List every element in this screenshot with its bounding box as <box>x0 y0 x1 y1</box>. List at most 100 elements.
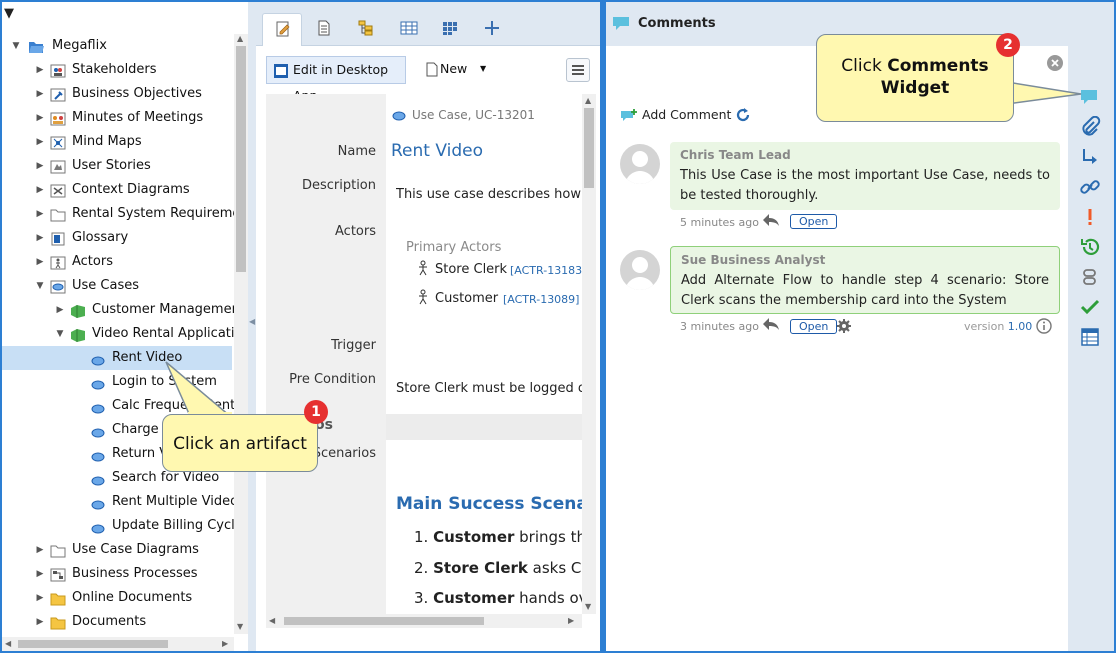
scrollbar-thumb[interactable] <box>284 617 484 625</box>
reply-icon[interactable] <box>762 316 780 332</box>
status-open-badge[interactable]: Open <box>790 214 838 229</box>
tree-node-glossary[interactable]: ▶ Glossary <box>2 226 234 250</box>
comments-title: Comments <box>638 16 716 31</box>
expand-chevron-right-icon[interactable]: ▶ <box>34 226 46 250</box>
expand-chevron-right-icon[interactable]: ▶ <box>54 298 66 322</box>
scroll-up-arrow-icon[interactable]: ▲ <box>585 96 591 105</box>
tab-document[interactable] <box>304 13 344 46</box>
artifact-name[interactable]: Rent Video <box>391 141 483 161</box>
scroll-right-arrow-icon[interactable]: ▶ <box>222 639 228 648</box>
tab-add[interactable] <box>472 13 512 46</box>
tree-node-use-case-diagrams[interactable]: ▶ Use Case Diagrams <box>2 538 234 562</box>
tree-node-customer-management[interactable]: ▶ Customer Management <box>2 298 245 322</box>
section-band <box>386 414 582 440</box>
scroll-up-arrow-icon[interactable]: ▲ <box>237 34 243 43</box>
expand-chevron-right-icon[interactable]: ▶ <box>34 586 46 610</box>
tree-node-megaflix[interactable]: ▼ Megaflix <box>2 34 234 58</box>
panel-splitter[interactable]: ◀ <box>248 2 256 651</box>
tree-node-video-rental-application[interactable]: ▼ Video Rental Application <box>2 322 248 346</box>
collapse-left-icon[interactable]: ◀ <box>249 302 255 342</box>
tab-hierarchy[interactable] <box>346 13 386 46</box>
expand-chevron-down-icon[interactable]: ▼ <box>34 274 46 298</box>
edit-in-desktop-app-button[interactable]: Edit in Desktop App <box>266 56 406 103</box>
tree-node-use-cases[interactable]: ▼ Use Cases <box>2 274 234 298</box>
info-icon[interactable] <box>1036 318 1052 334</box>
form-horizontal-scrollbar[interactable]: ◀ ▶ <box>266 614 582 628</box>
close-icon[interactable] <box>1046 54 1064 72</box>
properties-table-icon[interactable] <box>1079 326 1101 348</box>
tree-node-label: Glossary <box>72 230 129 245</box>
scroll-down-arrow-icon[interactable]: ▼ <box>237 622 243 631</box>
expand-chevron-right-icon[interactable]: ▶ <box>34 58 46 82</box>
issue-exclamation-icon[interactable] <box>1079 206 1101 228</box>
package-folder-open-icon <box>70 327 86 342</box>
attachment-paperclip-icon[interactable] <box>1079 116 1101 138</box>
scrollbar-thumb[interactable] <box>18 640 168 648</box>
scroll-left-arrow-icon[interactable]: ◀ <box>269 616 275 625</box>
trace-arrow-icon[interactable] <box>1079 146 1101 168</box>
form-vertical-scrollbar[interactable]: ▲ ▼ <box>582 94 596 614</box>
tab-grid[interactable] <box>388 13 428 46</box>
primary-actors-label: Primary Actors <box>406 240 502 255</box>
expand-chevron-down-icon[interactable]: ▼ <box>54 322 66 346</box>
comment-card: Sue Business Analyst Add Alternate Flow … <box>670 246 1060 314</box>
expand-chevron-right-icon[interactable]: ▶ <box>34 610 46 634</box>
actor-id-link[interactable]: [ACTR-13183] <box>510 264 582 277</box>
tree-node-update-billing-cycle[interactable]: Update Billing Cycle <box>2 514 243 538</box>
tree-node-rental-system-requirements[interactable]: ▶ Rental System Requirements <box>2 202 248 226</box>
precondition-value[interactable]: Store Clerk must be logged on to the Sys… <box>396 381 582 396</box>
tree-node-context-diagrams[interactable]: ▶ Context Diagrams <box>2 178 234 202</box>
tab-edit[interactable] <box>262 13 302 46</box>
history-clock-icon[interactable] <box>1079 236 1101 258</box>
scroll-right-arrow-icon[interactable]: ▶ <box>568 616 574 625</box>
expand-chevron-right-icon[interactable]: ▶ <box>34 178 46 202</box>
expand-chevron-right-icon[interactable]: ▶ <box>34 250 46 274</box>
relations-icon[interactable] <box>1079 266 1101 288</box>
tree-vertical-scrollbar[interactable]: ▲ ▼ <box>234 34 248 634</box>
tree-node-rent-multiple-videos[interactable]: Rent Multiple Videos <box>2 490 245 514</box>
expand-chevron-right-icon[interactable]: ▶ <box>34 154 46 178</box>
expand-chevron-right-icon[interactable]: ▶ <box>34 82 46 106</box>
tab-board[interactable] <box>430 13 470 46</box>
new-chevron-down-icon[interactable]: ▼ <box>480 56 486 82</box>
expand-chevron-right-icon[interactable]: ▶ <box>34 130 46 154</box>
tree-node-documents[interactable]: ▶ Documents <box>2 610 234 634</box>
tree-node-label: Documents <box>72 614 147 629</box>
step-badge-2: 2 <box>996 33 1020 57</box>
expand-chevron-right-icon[interactable]: ▶ <box>34 106 46 130</box>
tree-node-user-stories[interactable]: ▶ User Stories <box>2 154 234 178</box>
tree-horizontal-scrollbar[interactable]: ◀ ▶ <box>2 637 234 651</box>
expand-chevron-right-icon[interactable]: ▶ <box>34 562 46 586</box>
add-comment-button[interactable]: Add Comment <box>620 106 731 126</box>
link-chain-icon[interactable] <box>1079 176 1101 198</box>
new-button[interactable]: New ▼ <box>420 56 494 84</box>
description-value[interactable]: This use case describes how a Customer r… <box>396 187 582 202</box>
tree-node-minutes-of-meetings[interactable]: ▶ Minutes of Meetings <box>2 106 234 130</box>
tree-node-online-documents[interactable]: ▶ Online Documents <box>2 586 234 610</box>
tree-node-business-processes[interactable]: ▶ Business Processes <box>2 562 234 586</box>
refresh-icon[interactable] <box>734 106 752 124</box>
tree-node-actors[interactable]: ▶ Actors <box>2 250 234 274</box>
gear-icon[interactable] <box>836 318 852 334</box>
name-label: Name <box>337 144 376 159</box>
scroll-down-arrow-icon[interactable]: ▼ <box>585 602 591 611</box>
document-icon <box>318 20 330 36</box>
review-checkmark-icon[interactable] <box>1079 296 1101 318</box>
reply-icon[interactable] <box>762 212 780 228</box>
use-case-folder-icon <box>50 279 66 294</box>
search-options-chevron-down-icon[interactable]: ▼ <box>4 6 226 30</box>
status-open-badge[interactable]: Open <box>790 319 838 334</box>
hamburger-menu-icon[interactable] <box>566 58 590 82</box>
tree-node-mind-maps[interactable]: ▶ Mind Maps <box>2 130 234 154</box>
scroll-left-arrow-icon[interactable]: ◀ <box>5 639 11 648</box>
comment-author: Sue Business Analyst <box>681 253 826 267</box>
expand-chevron-right-icon[interactable]: ▶ <box>34 202 46 226</box>
expand-chevron-right-icon[interactable]: ▶ <box>34 538 46 562</box>
scrollbar-thumb[interactable] <box>236 46 246 272</box>
tree-node-business-objectives[interactable]: ▶ Business Objectives <box>2 82 234 106</box>
expand-chevron-down-icon[interactable]: ▼ <box>10 34 22 58</box>
tree-node-stakeholders[interactable]: ▶ Stakeholders <box>2 58 234 82</box>
scrollbar-thumb[interactable] <box>584 108 594 188</box>
objective-pin-icon <box>50 87 66 102</box>
actor-id-link[interactable]: [ACTR-13089] <box>503 293 579 306</box>
